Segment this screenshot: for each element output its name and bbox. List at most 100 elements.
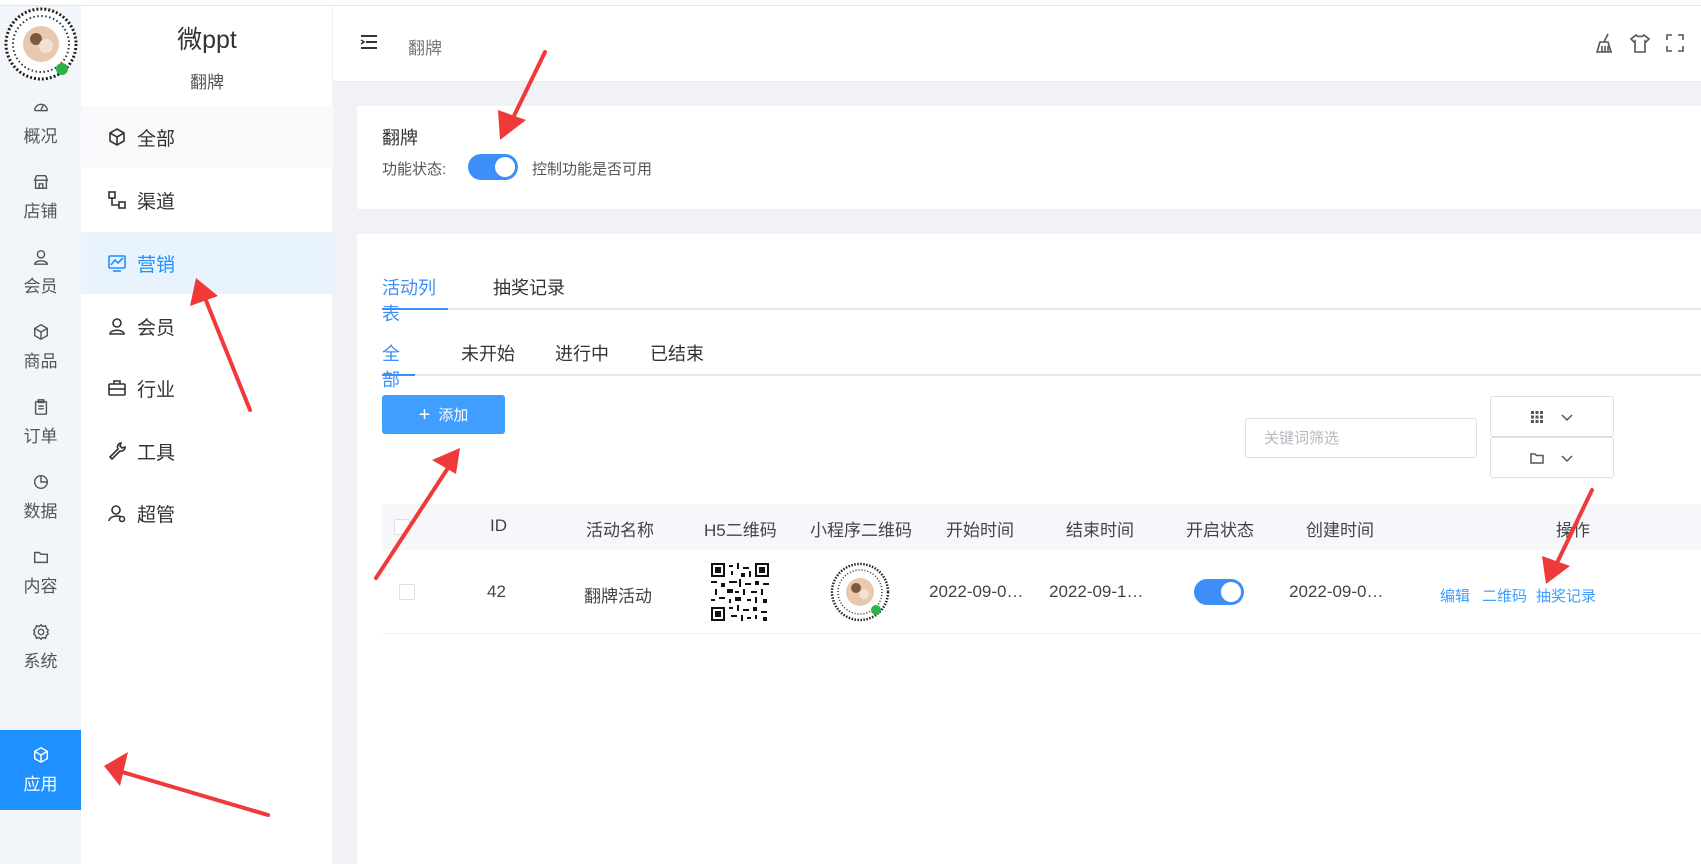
menu-fold-icon[interactable] bbox=[359, 32, 379, 52]
feature-status-label: 功能状态: bbox=[382, 161, 447, 178]
top-header: 翻牌 bbox=[333, 6, 1701, 82]
rail-item-label: 订单 bbox=[23, 426, 58, 446]
breadcrumb: 翻牌 bbox=[408, 39, 442, 58]
lottery-records-link[interactable]: 抽奖记录 bbox=[1536, 585, 1596, 606]
rail-item-store[interactable]: 店铺 bbox=[0, 157, 81, 237]
qr-code-link[interactable]: 二维码 bbox=[1482, 585, 1527, 606]
cell-end-time: 2022-09-1… bbox=[1049, 582, 1144, 601]
dashboard-icon bbox=[33, 103, 48, 111]
submenu-item-label: 营销 bbox=[137, 254, 176, 276]
plus-icon: + bbox=[418, 403, 431, 426]
submenu-item-label: 渠道 bbox=[137, 191, 176, 213]
rail-item-goods[interactable]: 商品 bbox=[0, 307, 81, 387]
brand-name: 微ppt bbox=[177, 26, 237, 54]
rail-item-content[interactable]: 内容 bbox=[0, 532, 81, 612]
submenu-item-channel[interactable]: 渠道 bbox=[81, 169, 333, 231]
clean-cache-button[interactable] bbox=[1594, 32, 1616, 54]
theme-button[interactable] bbox=[1629, 32, 1651, 54]
column-header-mini-qr: 小程序二维码 bbox=[810, 521, 912, 540]
pie-icon bbox=[33, 474, 48, 489]
mini-program-qr-code[interactable] bbox=[830, 562, 890, 622]
filter-tab-all[interactable]: 全部 bbox=[382, 340, 415, 390]
export-dropdown[interactable] bbox=[1490, 437, 1614, 478]
submenu-item-marketing[interactable]: 营销 bbox=[81, 232, 333, 294]
chart-icon bbox=[108, 255, 126, 272]
tshirt-icon bbox=[1629, 33, 1651, 53]
user-icon bbox=[33, 249, 48, 265]
filter-tab-in-progress[interactable]: 进行中 bbox=[555, 340, 609, 376]
submenu-item-tools[interactable]: 工具 bbox=[81, 420, 333, 482]
submenu-item-admin[interactable]: 超管 bbox=[81, 482, 333, 544]
chevron-down-icon bbox=[1561, 413, 1573, 421]
filter-tabs: 全部 未开始 进行中 已结束 bbox=[382, 340, 1701, 390]
submenu-item-member[interactable]: 会员 bbox=[81, 295, 333, 357]
rail-item-label: 应用 bbox=[23, 774, 58, 794]
column-header-id: ID bbox=[490, 516, 507, 535]
feature-status-toggle[interactable] bbox=[468, 154, 518, 180]
rail-item-data[interactable]: 数据 bbox=[0, 457, 81, 537]
table-header: ID 活动名称 H5二维码 小程序二维码 开始时间 结束时间 开启状态 创建时间… bbox=[382, 504, 1701, 550]
chevron-down-icon bbox=[1561, 454, 1573, 462]
feature-status-description: 控制功能是否可用 bbox=[532, 161, 653, 178]
rail-item-apps[interactable]: 应用 bbox=[0, 730, 81, 810]
mini-program-qr-logo bbox=[4, 7, 78, 81]
folder-icon bbox=[1530, 452, 1544, 464]
rail-item-label: 数据 bbox=[23, 501, 58, 521]
submenu-item-label: 全部 bbox=[137, 128, 176, 150]
rail-item-label: 商品 bbox=[23, 351, 58, 371]
fullscreen-icon bbox=[1666, 34, 1684, 52]
fullscreen-button[interactable] bbox=[1664, 32, 1686, 54]
column-header-start-time: 开始时间 bbox=[946, 521, 1014, 540]
column-header-actions: 操作 bbox=[1556, 521, 1590, 540]
gear-icon bbox=[32, 623, 49, 640]
rail-item-label: 店铺 bbox=[23, 201, 58, 221]
edit-link[interactable]: 编辑 bbox=[1440, 585, 1470, 606]
column-header-status: 开启状态 bbox=[1186, 521, 1254, 540]
column-settings-dropdown[interactable] bbox=[1490, 396, 1614, 437]
rail-item-label: 概况 bbox=[23, 126, 58, 146]
column-header-created-time: 创建时间 bbox=[1306, 521, 1374, 540]
column-header-name: 活动名称 bbox=[586, 521, 654, 540]
tab-activity-list[interactable]: 活动列表 bbox=[382, 274, 448, 324]
row-status-toggle[interactable] bbox=[1194, 579, 1244, 605]
add-button[interactable]: + 添加 bbox=[382, 395, 505, 434]
brand-subtitle: 翻牌 bbox=[190, 73, 224, 92]
submenu-item-label: 工具 bbox=[137, 442, 176, 464]
tab-lottery-records[interactable]: 抽奖记录 bbox=[493, 274, 565, 310]
column-header-h5-qr: H5二维码 bbox=[704, 521, 777, 540]
cube-icon bbox=[109, 128, 125, 146]
admin-icon bbox=[108, 505, 126, 523]
folder-icon bbox=[33, 551, 48, 563]
cell-id: 42 bbox=[487, 582, 506, 601]
feature-status-card: 翻牌 功能状态: 控制功能是否可用 bbox=[357, 106, 1701, 209]
store-icon bbox=[33, 174, 48, 189]
submenu-item-label: 行业 bbox=[137, 379, 176, 401]
submenu-item-all[interactable]: 全部 bbox=[81, 106, 333, 168]
rail-item-overview[interactable]: 概况 bbox=[0, 82, 81, 162]
cell-name: 翻牌活动 bbox=[584, 587, 652, 606]
broom-icon bbox=[1595, 33, 1613, 53]
rail-item-label: 系统 bbox=[23, 651, 58, 671]
wrench-icon bbox=[108, 442, 126, 461]
channel-icon bbox=[108, 191, 126, 209]
submenu-item-industry[interactable]: 行业 bbox=[81, 357, 333, 419]
cell-start-time: 2022-09-0… bbox=[929, 582, 1024, 601]
table-row: 42 翻牌活动 2022-09-0… 2022-09-1… 2022-09-0…… bbox=[382, 550, 1701, 634]
keyword-filter-input[interactable] bbox=[1245, 418, 1477, 458]
rail-item-member[interactable]: 会员 bbox=[0, 232, 81, 312]
h5-qr-code[interactable] bbox=[711, 563, 769, 621]
column-header-end-time: 结束时间 bbox=[1066, 521, 1134, 540]
filter-tab-ended[interactable]: 已结束 bbox=[650, 340, 704, 376]
add-button-label: 添加 bbox=[438, 407, 469, 424]
feature-title: 翻牌 bbox=[382, 128, 418, 148]
rail-item-system[interactable]: 系统 bbox=[0, 607, 81, 687]
filter-tab-not-started[interactable]: 未开始 bbox=[461, 340, 515, 376]
row-checkbox[interactable] bbox=[399, 584, 415, 600]
rail-item-order[interactable]: 订单 bbox=[0, 382, 81, 462]
submenu-item-label: 会员 bbox=[137, 317, 176, 339]
clipboard-icon bbox=[34, 398, 47, 415]
select-all-checkbox[interactable] bbox=[394, 519, 410, 535]
cube-icon bbox=[33, 746, 48, 763]
main-tabs: 活动列表 抽奖记录 bbox=[382, 274, 1701, 324]
briefcase-icon bbox=[108, 380, 126, 396]
